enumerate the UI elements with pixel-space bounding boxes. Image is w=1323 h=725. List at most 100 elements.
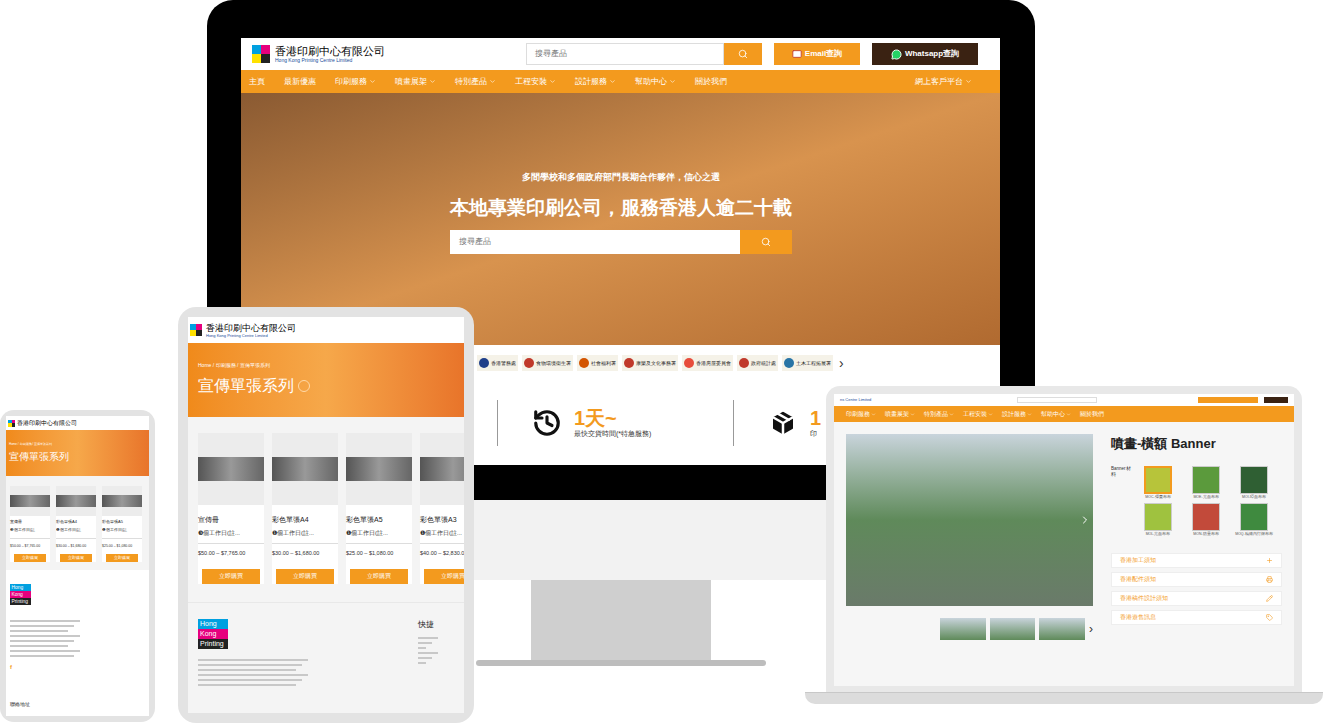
product-card[interactable]: 彩色單張A4❶個工作日(註$30.00 – $1,680.00立即購買 [56,486,96,562]
next-icon[interactable] [1079,514,1091,526]
box-icon [768,408,798,438]
logo-square [261,45,270,54]
nav-item[interactable]: 最新優惠 [284,76,316,88]
buy-button[interactable]: 立即購買 [424,569,464,584]
product-card[interactable]: 宣傳冊❸個工作日(註$50.00 – $7,765.00立即購買 [10,486,50,562]
page-title: 宣傳單張系列 [198,374,454,398]
material-option[interactable]: MOL-光面布布 [1137,503,1179,537]
nav-item[interactable]: 關於我們 [695,76,727,88]
email-button[interactable]: Email查詢 [774,43,860,65]
product-card[interactable]: 彩色單張A5❶個工作日(註$25.00 – $1,080.00立即購買 [102,486,142,562]
monitor-base [476,660,766,666]
materials: Banner材料MOC-彈畫布布MOE-光面布布MOI-啞面布布MOL-光面布布… [1111,466,1282,537]
product-note: ❶個工作日(註... [420,529,464,538]
logo-word: Printing [10,598,31,605]
tag-icon [1266,614,1273,621]
dropdown-icon [369,78,376,85]
product-card[interactable]: 彩色單張A4❶個工作日(註...$30.00 – $1,680.00立即購買 [272,433,338,584]
nav-item[interactable]: 設計服務 [575,76,616,88]
buy-button[interactable]: 立即購買 [106,554,138,562]
nav-item[interactable]: 特別產品 [924,410,954,419]
thumbnail[interactable] [940,618,986,640]
emblem-icon [784,358,794,368]
search-button[interactable] [740,230,792,254]
footer-about: HongKongPrinting [198,619,398,713]
dropdown-icon [489,78,496,85]
text-line [10,640,74,642]
product-price: $25.00 – $1,080.00 [102,544,142,549]
search-button[interactable] [724,43,762,65]
accordion-item[interactable]: 香港稿件設計須知 [1111,591,1282,606]
nav-item[interactable]: 噴畫展架 [885,410,915,419]
text-line [418,647,426,649]
dropdown-icon [988,412,993,417]
thumbs-next[interactable]: › [1089,620,1093,638]
material-option[interactable]: MOQ-精緻內打燈布布 [1233,503,1275,537]
product-photo [272,457,338,481]
nav-item[interactable]: 噴畫展架 [395,76,436,88]
nav-item[interactable]: 關於我們 [1080,410,1104,419]
accordion-item[interactable]: 香港加工須知 [1111,553,1282,568]
header-search[interactable]: 搜尋產品 [526,43,762,65]
text-placeholder [418,637,438,664]
thumbnail[interactable] [990,618,1036,640]
buy-button[interactable]: 立即購買 [202,569,260,584]
buy-button[interactable]: 立即購買 [14,554,46,562]
product-note: ❶個工作日(註... [272,529,338,538]
product-name: 宣傳冊 [10,519,50,525]
nav-item[interactable]: 主頁 [249,76,265,88]
company-name-en: Hong Kong Printing Centre Limited [206,333,296,338]
nav-item[interactable]: 幫助中心 [1041,410,1071,419]
partner-next[interactable]: › [839,353,844,374]
material-option[interactable]: MOI-啞面布布 [1233,466,1275,500]
material-grid: MOC-彈畫布布MOE-光面布布MOI-啞面布布 MOL-光面布布MON-防量布布… [1137,466,1275,537]
partner-logo: 政府統計處 [737,355,778,371]
tablet-screen: 香港印刷中心有限公司Hong Kong Printing Centre Limi… [188,317,464,713]
accordion-label: 香港配件須知 [1120,575,1156,583]
buy-button[interactable]: 立即購買 [276,569,334,584]
hero-search[interactable]: 搜尋產品 [450,230,792,254]
material-option[interactable]: MON-防量布布 [1185,503,1227,537]
gallery-thumbs: › [846,618,1093,640]
pencil-icon [1266,595,1273,602]
nav-item[interactable]: 工程安裝 [963,410,993,419]
emblem-icon [579,358,589,368]
nav-item[interactable]: 設計服務 [1002,410,1032,419]
divider [420,543,464,544]
nav-item[interactable]: 網上客戶平台 [915,76,972,88]
dropdown-icon [609,78,616,85]
gallery-main [846,434,1093,606]
whatsapp-button[interactable]: Whatsapp查詢 [872,43,978,65]
material-option[interactable]: MOC-彈畫布布 [1137,466,1179,500]
product-photo [102,495,142,507]
thumbnail[interactable] [1039,618,1085,640]
text-line [418,652,438,654]
nav-item[interactable]: 工程安裝 [515,76,556,88]
search-input[interactable] [1017,397,1097,403]
search-input[interactable]: 搜尋產品 [526,43,724,65]
divider [56,538,96,539]
company-name: 香港印刷中心有限公司 [17,419,77,428]
whatsapp-icon [891,49,902,60]
social-icon[interactable]: f [10,663,145,672]
accordion-item[interactable]: 香港遊售訊息 [1111,610,1282,625]
search-input[interactable]: 搜尋產品 [450,230,740,254]
nav-item[interactable]: 印刷服務 [335,76,376,88]
product-card[interactable]: 彩色單張A5❶個工作日(註...$25.00 – $1,080.00立即購買 [346,433,412,584]
dropdown-icon [871,412,876,417]
footer-links: 快捷 [418,619,438,713]
material-option[interactable]: MOE-光面布布 [1185,466,1227,500]
header-button[interactable] [1264,397,1288,403]
product-card[interactable]: 彩色單張A3❶個工作日(註...$40.00 – $2,830.0立即購買 [420,433,464,584]
nav-item[interactable]: 幫助中心 [635,76,676,88]
buy-button[interactable]: 立即購買 [350,569,408,584]
accordion-item[interactable]: 香港配件須知 [1111,572,1282,587]
header-button[interactable] [1198,397,1258,403]
product-card[interactable]: 宣傳冊❸個工作日(註...$50.00 – $7,765.00立即購買 [198,433,264,584]
product-photo [56,495,96,507]
nav-item[interactable]: 印刷服務 [846,410,876,419]
nav-item[interactable]: 特別產品 [455,76,496,88]
buy-button[interactable]: 立即購買 [60,554,92,562]
dropdown-icon [669,78,676,85]
text-line [418,662,426,664]
